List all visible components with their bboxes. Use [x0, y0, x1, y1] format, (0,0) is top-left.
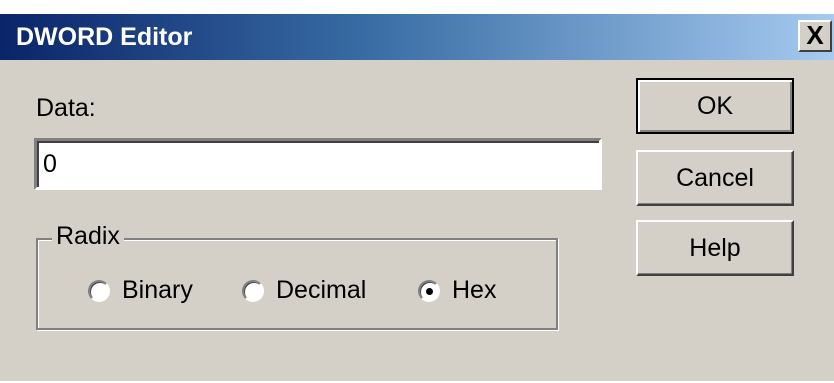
window-title: DWORD Editor	[16, 23, 193, 51]
radio-hex-circle[interactable]	[418, 279, 440, 302]
close-icon: X	[806, 20, 824, 50]
ok-button[interactable]: OK	[636, 78, 794, 134]
radio-decimal[interactable]: Decimal	[242, 276, 366, 305]
data-input[interactable]	[34, 138, 602, 190]
radio-decimal-circle[interactable]	[242, 279, 264, 302]
data-label: Data:	[36, 94, 96, 122]
cancel-button[interactable]: Cancel	[636, 150, 794, 206]
radix-legend: Radix	[52, 222, 124, 251]
top-strip	[0, 0, 834, 14]
radix-groupbox: Radix Binary Decimal Hex	[36, 222, 558, 330]
help-button[interactable]: Help	[636, 220, 794, 276]
title-bar[interactable]: DWORD Editor X	[0, 14, 834, 60]
close-button[interactable]: X	[798, 20, 832, 52]
radio-hex[interactable]: Hex	[418, 276, 496, 305]
radio-decimal-label: Decimal	[276, 276, 367, 304]
radio-binary-circle[interactable]	[88, 279, 110, 302]
radio-binary[interactable]: Binary	[88, 276, 193, 305]
radio-hex-label: Hex	[452, 276, 497, 304]
radio-selected-dot-icon	[426, 287, 433, 295]
radio-binary-label: Binary	[122, 276, 193, 304]
dword-editor-dialog: DWORD Editor X Data: Radix Binary Decima…	[0, 0, 834, 383]
